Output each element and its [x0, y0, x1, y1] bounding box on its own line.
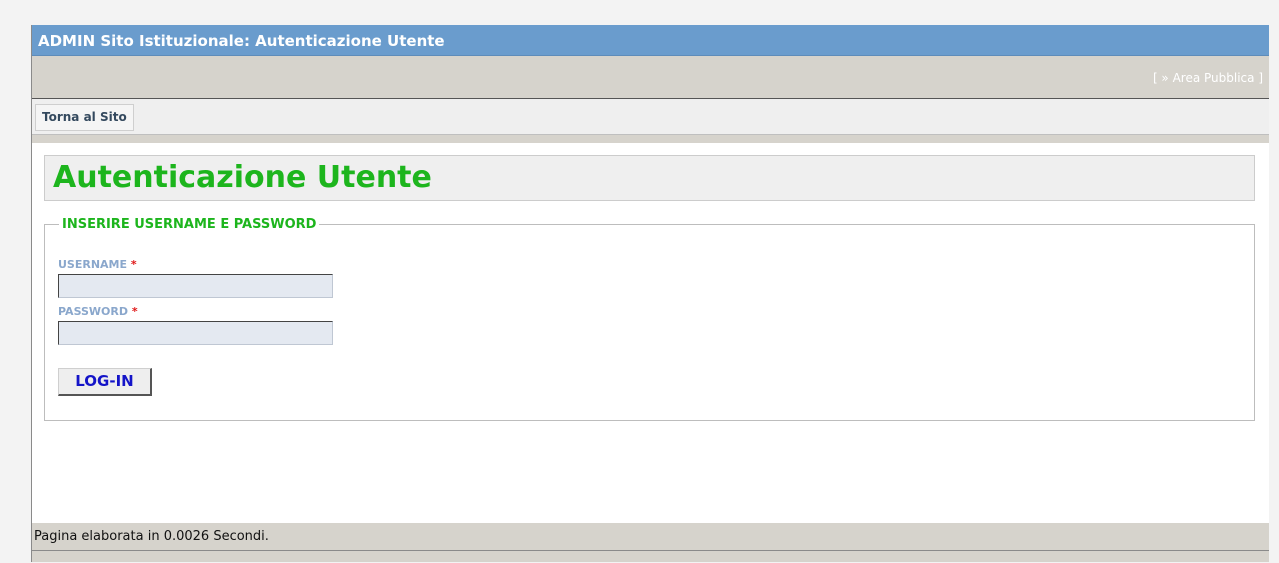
page-title: Autenticazione Utente: [53, 160, 432, 195]
password-input[interactable]: [58, 321, 333, 345]
username-required-mark: *: [130, 258, 137, 271]
area-pubblica-link[interactable]: [ » Area Pubblica ]: [1153, 71, 1263, 85]
main-content: Autenticazione Utente INSERIRE USERNAME …: [32, 135, 1269, 546]
login-button[interactable]: LOG-IN: [58, 368, 152, 396]
login-legend: INSERIRE USERNAME E PASSWORD: [62, 217, 317, 232]
login-fieldset: INSERIRE USERNAME E PASSWORD USERNAME * …: [44, 217, 1255, 421]
window-title: ADMIN Sito Istituzionale: Autenticazione…: [32, 25, 1269, 56]
top-links-bar: [ » Area Pubblica ]: [32, 56, 1269, 98]
nav-bar: Torna al Sito: [32, 98, 1269, 135]
username-input[interactable]: [58, 274, 333, 298]
password-label-text: PASSWORD: [58, 305, 129, 318]
username-label: USERNAME *: [58, 258, 137, 271]
password-required-mark: *: [131, 305, 138, 318]
page-title-box: Autenticazione Utente: [44, 155, 1255, 201]
username-label-text: USERNAME: [58, 258, 128, 271]
status-footer: Pagina elaborata in 0.0026 Secondi.: [32, 523, 1269, 551]
admin-window: ADMIN Sito Istituzionale: Autenticazione…: [31, 25, 1269, 562]
back-to-site-button[interactable]: Torna al Sito: [35, 104, 134, 131]
password-label: PASSWORD *: [58, 305, 138, 318]
